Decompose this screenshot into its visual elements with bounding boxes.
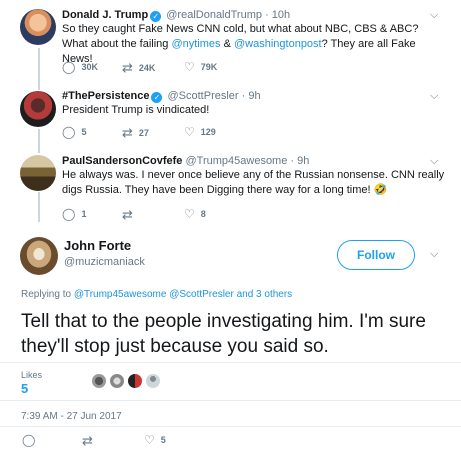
retweet-button[interactable]: ⇄ 24K	[122, 60, 155, 76]
tweet-header: #ThePersistence ✓ @ScottPresler · 9h	[62, 90, 261, 103]
like-count: 79K	[200, 62, 218, 72]
like-button[interactable]: ♡ 129	[184, 125, 216, 139]
tweet-text: So they caught Fake News CNN cold, but w…	[62, 22, 446, 67]
like-count: 8	[200, 209, 206, 219]
mention-link[interactable]: @ScottPresler	[169, 289, 234, 300]
like-button[interactable]: ♡ 79K	[184, 60, 217, 74]
reply-button[interactable]: ◯	[22, 433, 41, 447]
tweet-header: Donald J. Trump ✓ @realDonaldTrump · 10h	[62, 9, 290, 22]
verified-badge-icon: ✓	[150, 11, 162, 22]
reply-icon: ◯	[22, 433, 36, 447]
replying-prefix: Replying to	[21, 289, 74, 300]
tweet-text: President Trump is vindicated!	[62, 104, 210, 116]
tweet-timestamp[interactable]: 7:39 AM - 27 Jun 2017	[21, 411, 122, 422]
thread-line	[38, 192, 40, 222]
retweet-icon: ⇄	[122, 125, 133, 140]
retweet-icon: ⇄	[122, 207, 133, 222]
liker-avatar[interactable]	[128, 374, 142, 388]
tweet-text: Tell that to the people investigating hi…	[21, 311, 426, 357]
avatar[interactable]	[20, 237, 58, 275]
tweet-time[interactable]: 9h	[248, 90, 260, 102]
reply-icon: ◯	[62, 207, 76, 221]
retweet-icon: ⇄	[122, 60, 133, 75]
mention-link[interactable]: @nytimes	[171, 38, 220, 50]
reply-icon: ◯	[62, 60, 76, 74]
reply-icon: ◯	[62, 125, 76, 139]
like-button[interactable]: ♡ 8	[184, 207, 206, 221]
author-name[interactable]: John Forte	[64, 238, 131, 253]
avatar[interactable]	[20, 155, 56, 191]
replying-to: Replying to @Trump45awesome @ScottPresle…	[21, 289, 292, 300]
reply-count: 5	[81, 127, 87, 137]
chevron-down-icon[interactable]: ⌵	[430, 90, 438, 103]
heart-icon: ♡	[184, 207, 195, 221]
liker-avatar[interactable]	[92, 374, 106, 388]
chevron-down-icon[interactable]: ⌵	[430, 155, 438, 168]
retweet-count: 24K	[138, 63, 156, 73]
author-name[interactable]: PaulSandersonCovfefe	[62, 155, 182, 167]
author-handle[interactable]: @realDonaldTrump	[166, 9, 262, 21]
liker-avatar[interactable]	[110, 374, 124, 388]
avatar[interactable]	[20, 9, 56, 45]
heart-icon: ♡	[184, 125, 195, 139]
author-name[interactable]: #ThePersistence	[62, 90, 149, 102]
tweet-text: He always was. I never once believe any …	[62, 169, 445, 196]
reply-button[interactable]: ◯ 1	[62, 207, 86, 221]
heart-icon: ♡	[144, 433, 155, 447]
mention-link[interactable]: @washingtonpost	[234, 38, 322, 50]
chevron-down-icon[interactable]: ⌵	[430, 9, 438, 22]
retweet-icon: ⇄	[82, 433, 93, 448]
verified-badge-icon: ✓	[151, 92, 163, 103]
liker-avatar[interactable]	[146, 374, 160, 388]
tweet-text-part: &	[220, 38, 234, 50]
like-count: 5	[160, 435, 166, 445]
separator-dot: ·	[265, 9, 269, 21]
divider	[0, 362, 461, 363]
author-handle[interactable]: @Trump45awesome	[185, 155, 287, 167]
follow-button[interactable]: Follow	[337, 240, 415, 270]
separator-dot: ·	[290, 155, 295, 167]
heart-icon: ♡	[184, 60, 195, 74]
author-handle[interactable]: @ScottPresler	[168, 90, 239, 102]
author-name[interactable]: Donald J. Trump	[62, 9, 148, 21]
reply-button[interactable]: ◯ 5	[62, 125, 86, 139]
retweet-count: 27	[138, 128, 149, 138]
like-button[interactable]: ♡ 5	[144, 433, 166, 447]
author-handle[interactable]: @muzicmaniack	[64, 256, 145, 268]
avatar[interactable]	[20, 91, 56, 127]
reply-count: 30K	[81, 62, 98, 72]
retweet-button[interactable]: ⇄	[82, 433, 99, 449]
others-link[interactable]: and 3 others	[234, 289, 293, 300]
mention-link[interactable]: @Trump45awesome	[74, 289, 167, 300]
reply-button[interactable]: ◯ 30K	[62, 60, 98, 74]
retweet-button[interactable]: ⇄ 27	[122, 125, 149, 141]
divider	[0, 400, 461, 401]
likes-count[interactable]: 5	[21, 381, 28, 396]
thread-line	[38, 48, 40, 90]
chevron-down-icon[interactable]: ⌵	[430, 248, 438, 261]
separator-dot: ·	[241, 90, 246, 102]
retweet-button[interactable]: ⇄	[122, 207, 139, 223]
reply-count: 1	[81, 209, 87, 219]
thread-line	[38, 129, 40, 153]
tweet-time[interactable]: 9h	[297, 155, 309, 167]
like-count: 129	[200, 127, 216, 137]
divider	[0, 426, 461, 427]
likes-label[interactable]: Likes	[21, 370, 42, 380]
tweet-time[interactable]: 10h	[272, 9, 290, 21]
tweet-header: PaulSandersonCovfefe @Trump45awesome · 9…	[62, 155, 309, 167]
